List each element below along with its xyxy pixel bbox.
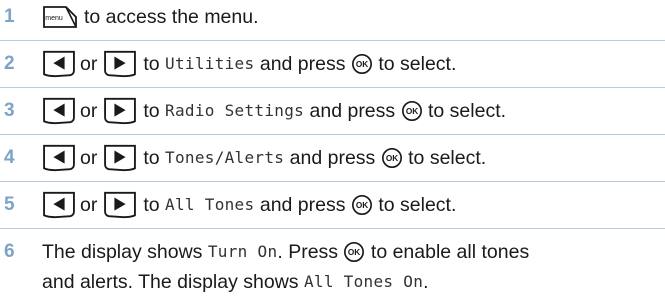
display-text: All Tones On	[303, 271, 424, 291]
left-arrow-key-icon	[42, 191, 76, 219]
left-arrow-key-icon	[42, 97, 76, 125]
to-text: to	[143, 194, 160, 216]
display-text: Turn On	[207, 242, 278, 261]
step-number: 2	[4, 53, 15, 74]
step-number: 5	[4, 194, 15, 215]
divider	[0, 228, 665, 229]
press-text: and press	[309, 100, 396, 122]
step-3: 3 or to Radio Settings and press to sele…	[0, 95, 665, 127]
step-number: 1	[4, 6, 15, 27]
step-number: 6	[4, 241, 15, 262]
menu-option: Tones/Alerts	[165, 148, 285, 167]
ok-button-icon	[351, 53, 373, 75]
menu-option: Radio Settings	[165, 101, 305, 120]
ok-button-icon	[351, 194, 373, 216]
menu-option: All Tones	[165, 195, 255, 214]
to-text: to	[143, 147, 160, 169]
menu-option: Utilities	[165, 54, 255, 73]
right-arrow-key-icon	[103, 191, 137, 219]
step-number: 3	[4, 100, 15, 121]
ok-button-icon	[401, 100, 423, 122]
left-arrow-key-icon	[42, 144, 76, 172]
divider	[0, 134, 665, 135]
divider	[0, 40, 665, 41]
or-text: or	[80, 147, 98, 169]
select-text: to select.	[408, 147, 487, 169]
ok-button-icon	[343, 241, 365, 263]
press-text: and press	[259, 53, 346, 75]
step-text: .	[423, 270, 429, 293]
divider	[0, 87, 665, 88]
step-text: The display shows	[42, 241, 203, 263]
or-text: or	[80, 53, 98, 75]
svg-text:menu: menu	[45, 15, 63, 22]
instruction-steps: 1 menu to access the menu. 2 or to Utili…	[0, 0, 665, 303]
step-6-continued: and alerts. The display shows All Tones …	[0, 266, 665, 297]
left-arrow-key-icon	[42, 50, 76, 78]
or-text: or	[80, 194, 98, 216]
press-text: and press	[259, 194, 346, 216]
to-text: to	[143, 53, 160, 75]
step-5: 5 or to All Tones and press to select.	[0, 189, 665, 221]
step-text: . Press	[277, 241, 339, 263]
step-2: 2 or to Utilities and press to select.	[0, 48, 665, 80]
divider	[0, 181, 665, 182]
step-number: 4	[4, 147, 15, 168]
step-text: and alerts. The display shows	[42, 270, 299, 293]
step-4: 4 or to Tones/Alerts and press to select…	[0, 142, 665, 174]
ok-button-icon	[381, 147, 403, 169]
press-text: and press	[289, 147, 376, 169]
to-text: to	[143, 100, 160, 122]
select-text: to select.	[378, 194, 457, 216]
select-text: to select.	[428, 100, 507, 122]
right-arrow-key-icon	[103, 144, 137, 172]
or-text: or	[80, 100, 98, 122]
select-text: to select.	[378, 53, 457, 75]
step-text: to enable all tones	[370, 241, 530, 263]
step-1: 1 menu to access the menu.	[0, 1, 665, 33]
right-arrow-key-icon	[103, 97, 137, 125]
step-6: 6 The display shows Turn On . Press to e…	[0, 236, 665, 268]
right-arrow-key-icon	[103, 50, 137, 78]
menu-key-icon: menu	[43, 6, 77, 28]
step-text: to access the menu.	[84, 6, 259, 28]
